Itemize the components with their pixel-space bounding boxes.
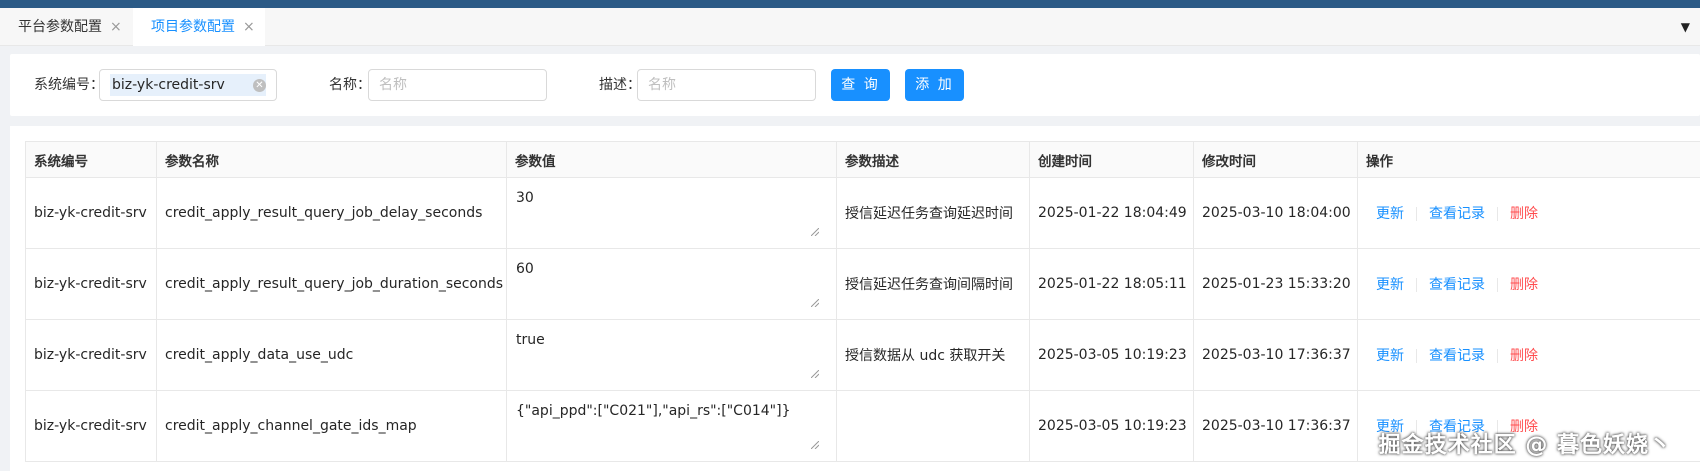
desc-placeholder: 名称	[648, 77, 676, 93]
cell-desc: 授信延迟任务查询间隔时间	[836, 248, 1030, 320]
cell-desc: 授信延迟任务查询延迟时间	[836, 177, 1030, 249]
cell-value: true	[506, 319, 837, 391]
cell-actions: 更新 查看记录 删除	[1357, 319, 1700, 391]
name-placeholder: 名称	[379, 77, 407, 93]
col-header-system: 系统编号	[25, 141, 157, 178]
system-id-input[interactable]: biz-yk-credit-srv ✕	[99, 69, 277, 101]
update-link[interactable]: 更新	[1376, 274, 1404, 294]
cell-name: credit_apply_channel_gate_ids_map	[156, 390, 507, 462]
value-textarea[interactable]: 60	[508, 250, 824, 311]
desc-input[interactable]: 名称	[637, 69, 816, 101]
resize-handle-icon[interactable]	[811, 228, 819, 236]
value-text: 30	[516, 190, 534, 206]
cell-desc: 授信数据从 udc 获取开关	[836, 319, 1030, 391]
tab-platform-params[interactable]: 平台参数配置 ×	[0, 8, 133, 46]
divider	[1416, 349, 1417, 363]
col-header-created: 创建时间	[1029, 141, 1194, 178]
cell-system: biz-yk-credit-srv	[25, 248, 157, 320]
table-row: biz-yk-credit-srv credit_apply_result_qu…	[25, 177, 1700, 249]
system-id-label: 系统编号：	[34, 77, 104, 93]
tab-bar: 平台参数配置 × 项目参数配置 × ▼	[0, 8, 1700, 46]
divider	[1497, 349, 1498, 363]
tab-label: 平台参数配置	[18, 19, 102, 35]
desc-label: 描述：	[599, 77, 641, 93]
table-row: biz-yk-credit-srv credit_apply_data_use_…	[25, 319, 1700, 391]
cell-value: 30	[506, 177, 837, 249]
cell-value: 60	[506, 248, 837, 320]
cell-name: credit_apply_data_use_udc	[156, 319, 507, 391]
cell-name: credit_apply_result_query_job_delay_seco…	[156, 177, 507, 249]
delete-link[interactable]: 删除	[1510, 203, 1538, 223]
value-textarea[interactable]: {"api_ppd":["C021"],"api_rs":["C014"]}	[508, 392, 824, 453]
update-link[interactable]: 更新	[1376, 345, 1404, 365]
resize-handle-icon[interactable]	[811, 299, 819, 307]
cell-modified: 2025-03-10 17:36:37	[1193, 319, 1358, 391]
table-row: biz-yk-credit-srv credit_apply_result_qu…	[25, 248, 1700, 320]
cell-modified: 2025-03-10 17:36:37	[1193, 390, 1358, 462]
cell-created: 2025-01-22 18:04:49	[1029, 177, 1194, 249]
table-header-row: 系统编号 参数名称 参数值 参数描述 创建时间 修改时间 操作	[25, 141, 1700, 178]
caret-down-icon[interactable]: ▼	[1681, 8, 1690, 46]
col-header-modified: 修改时间	[1193, 141, 1358, 178]
cell-system: biz-yk-credit-srv	[25, 319, 157, 391]
delete-link[interactable]: 删除	[1510, 274, 1538, 294]
divider	[1497, 278, 1498, 292]
delete-link[interactable]: 删除	[1510, 345, 1538, 365]
divider	[1497, 207, 1498, 221]
query-button[interactable]: 查 询	[831, 69, 890, 101]
cell-system: biz-yk-credit-srv	[25, 177, 157, 249]
cell-created: 2025-03-05 10:19:23	[1029, 319, 1194, 391]
name-label: 名称：	[329, 77, 371, 93]
cell-value: {"api_ppd":["C021"],"api_rs":["C014"]}	[506, 390, 837, 462]
history-link[interactable]: 查看记录	[1429, 274, 1485, 294]
watermark: 掘金技术社区 @ 暮色妖娆丶	[1378, 433, 1672, 458]
col-header-desc: 参数描述	[836, 141, 1030, 178]
params-table-card: 系统编号 参数名称 参数值 参数描述 创建时间 修改时间 操作 biz-yk-c…	[10, 126, 1700, 471]
col-header-name: 参数名称	[156, 141, 507, 178]
resize-handle-icon[interactable]	[811, 441, 819, 449]
resize-handle-icon[interactable]	[811, 370, 819, 378]
name-input[interactable]: 名称	[368, 69, 547, 101]
divider	[1416, 278, 1417, 292]
tab-project-params[interactable]: 项目参数配置 ×	[133, 8, 265, 46]
cell-modified: 2025-01-23 15:33:20	[1193, 248, 1358, 320]
cell-created: 2025-01-22 18:05:11	[1029, 248, 1194, 320]
value-textarea[interactable]: true	[508, 321, 824, 382]
col-header-actions: 操作	[1357, 141, 1700, 178]
value-text: {"api_ppd":["C021"],"api_rs":["C014"]}	[516, 403, 791, 419]
update-link[interactable]: 更新	[1376, 203, 1404, 223]
value-text: true	[516, 332, 545, 348]
divider	[1416, 207, 1417, 221]
params-table: 系统编号 参数名称 参数值 参数描述 创建时间 修改时间 操作 biz-yk-c…	[25, 141, 1700, 462]
cell-desc	[836, 390, 1030, 462]
system-id-value: biz-yk-credit-srv	[110, 74, 266, 96]
top-accent-bar	[0, 0, 1700, 8]
cell-actions: 更新 查看记录 删除	[1357, 248, 1700, 320]
history-link[interactable]: 查看记录	[1429, 345, 1485, 365]
add-button[interactable]: 添 加	[905, 69, 964, 101]
value-textarea[interactable]: 30	[508, 179, 824, 240]
filter-panel: 系统编号： biz-yk-credit-srv ✕ 名称： 名称 描述： 名称 …	[10, 54, 1700, 116]
history-link[interactable]: 查看记录	[1429, 203, 1485, 223]
cell-modified: 2025-03-10 18:04:00	[1193, 177, 1358, 249]
close-icon[interactable]: ×	[243, 8, 255, 46]
cell-name: credit_apply_result_query_job_duration_s…	[156, 248, 507, 320]
cell-actions: 更新 查看记录 删除	[1357, 177, 1700, 249]
tab-label: 项目参数配置	[151, 19, 235, 35]
col-header-value: 参数值	[506, 141, 837, 178]
clear-icon[interactable]: ✕	[253, 79, 266, 92]
value-text: 60	[516, 261, 534, 277]
cell-created: 2025-03-05 10:19:23	[1029, 390, 1194, 462]
cell-system: biz-yk-credit-srv	[25, 390, 157, 462]
close-icon[interactable]: ×	[110, 8, 122, 46]
